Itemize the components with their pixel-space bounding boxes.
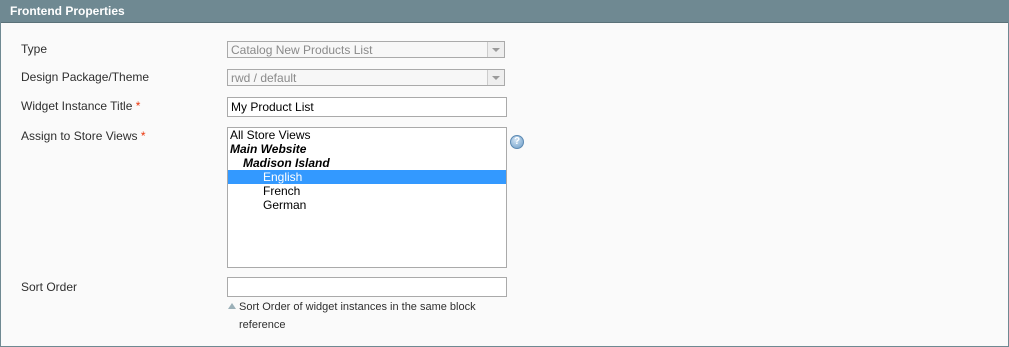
type-label: Type: [21, 42, 48, 56]
widget-title-input[interactable]: [227, 97, 507, 117]
widget-title-label-text: Widget Instance Title: [21, 99, 133, 113]
store-views-label-text: Assign to Store Views: [21, 129, 138, 143]
store-views-multiselect[interactable]: All Store Views Main Website Madison Isl…: [227, 127, 507, 268]
store-view-option-english[interactable]: English: [228, 170, 506, 184]
theme-select-value: rwd / default: [231, 71, 297, 85]
help-icon[interactable]: ?: [510, 135, 524, 149]
theme-label: Design Package/Theme: [21, 70, 150, 84]
store-view-group-madison-island: Madison Island: [243, 156, 330, 170]
required-mark: *: [140, 129, 146, 143]
store-view-group-main-website: Main Website: [230, 142, 307, 156]
frontend-properties-panel: Frontend Properties Type Catalog New Pro…: [0, 0, 1009, 347]
store-view-option-french[interactable]: French: [228, 184, 506, 198]
sort-order-label: Sort Order: [21, 280, 78, 294]
theme-select[interactable]: rwd / default: [227, 69, 505, 86]
chevron-down-icon: [487, 70, 504, 85]
type-select-value: Catalog New Products List: [231, 43, 373, 57]
sort-order-note: Sort Order of widget instances in the sa…: [239, 301, 476, 331]
widget-title-label: Widget Instance Title *: [21, 99, 140, 113]
required-mark: *: [135, 99, 141, 113]
type-select[interactable]: Catalog New Products List: [227, 41, 505, 58]
note-arrow-icon: [228, 303, 236, 309]
sort-order-input[interactable]: [227, 277, 507, 297]
store-views-label: Assign to Store Views *: [21, 129, 146, 143]
panel-title: Frontend Properties: [1, 1, 1008, 23]
store-view-option-german[interactable]: German: [228, 198, 506, 212]
chevron-down-icon: [487, 42, 504, 57]
store-view-option-all[interactable]: All Store Views: [228, 128, 506, 142]
